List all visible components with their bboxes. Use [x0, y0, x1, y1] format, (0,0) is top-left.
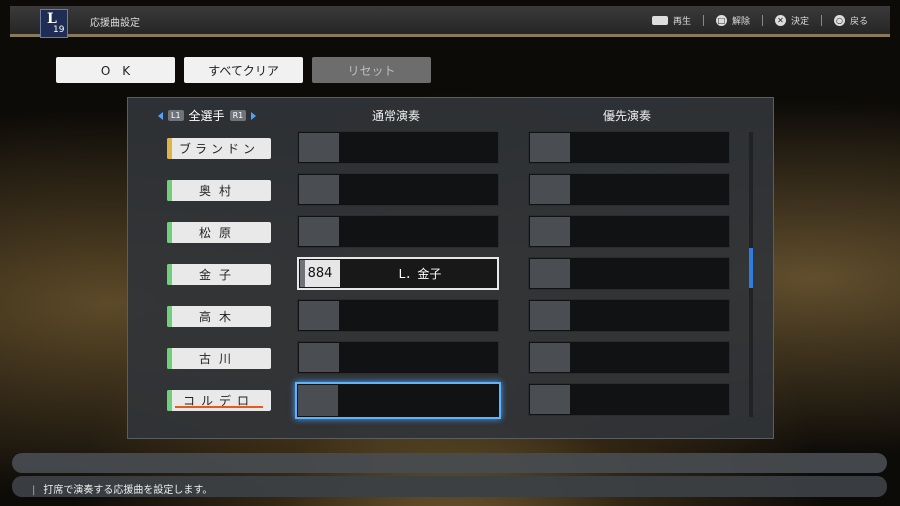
l1-tag: L1	[168, 110, 184, 121]
player-plate[interactable]: 金子	[167, 264, 271, 285]
player-plate[interactable]: コルデロ	[167, 390, 271, 411]
song-number	[299, 301, 339, 330]
top-bar: L 19 応援曲設定 再生 □ 解除 ✕ 決定 ○ 戻る	[10, 6, 890, 38]
song-number	[530, 343, 570, 372]
song-number	[298, 385, 338, 416]
info-bar	[12, 453, 887, 473]
player-name: ブランドン	[178, 142, 259, 156]
screen-title: 応援曲設定	[90, 18, 140, 29]
normal-song-slot[interactable]	[297, 215, 499, 248]
player-plate[interactable]: ブランドン	[167, 138, 271, 159]
hint-divider	[702, 15, 704, 26]
normal-column-header: 通常演奏	[372, 109, 421, 123]
priority-song-slot[interactable]	[528, 131, 730, 164]
hint-play-label: 再生	[672, 17, 691, 27]
priority-song-slot[interactable]	[528, 383, 730, 416]
normal-song-slot[interactable]	[297, 173, 499, 206]
hint-confirm-label: 決定	[790, 17, 809, 27]
hint-divider	[761, 15, 763, 26]
priority-song-slot[interactable]	[528, 215, 730, 248]
player-plate[interactable]: 古川	[167, 348, 271, 369]
hint-release[interactable]: □ 解除	[715, 14, 750, 27]
song-number	[530, 259, 570, 288]
ok-button[interactable]: O K	[56, 57, 175, 83]
normal-song-slot[interactable]	[297, 341, 499, 374]
priority-song-slot[interactable]	[528, 173, 730, 206]
filter-label: 全選手	[188, 109, 225, 123]
player-name: 松原	[198, 226, 239, 240]
song-number	[299, 343, 339, 372]
filter-switcher[interactable]: L1 全選手 R1	[158, 107, 257, 124]
priority-column-header: 優先演奏	[603, 109, 652, 123]
scrollbar-thumb[interactable]	[749, 248, 753, 288]
team-logo: L 19	[40, 9, 68, 38]
arrow-left-icon	[158, 111, 163, 120]
song-title: L．金子	[398, 267, 442, 281]
priority-song-slot[interactable]	[528, 341, 730, 374]
song-number: 884	[300, 260, 340, 287]
song-number	[530, 217, 570, 246]
cross-button-icon: ✕	[774, 15, 786, 26]
song-number	[299, 217, 339, 246]
song-number	[530, 133, 570, 162]
player-name: 金子	[198, 268, 239, 282]
button-hints: 再生 □ 解除 ✕ 決定 ○ 戻る	[651, 14, 868, 27]
song-number	[299, 175, 339, 204]
normal-song-slot[interactable]	[297, 299, 499, 332]
song-number	[530, 385, 570, 414]
priority-song-slot[interactable]	[528, 257, 730, 290]
selection-underline	[175, 406, 263, 408]
player-plate[interactable]: 高木	[167, 306, 271, 327]
reset-button[interactable]: リセット	[312, 57, 431, 83]
player-name: 奥村	[198, 184, 239, 198]
clear-all-button[interactable]: すべてクリア	[184, 57, 303, 83]
hint-divider	[820, 15, 822, 26]
player-plate[interactable]: 奥村	[167, 180, 271, 201]
hint-release-label: 解除	[731, 17, 750, 27]
hint-play[interactable]: 再生	[651, 14, 691, 27]
song-number	[530, 175, 570, 204]
arrow-right-icon	[251, 111, 257, 120]
player-plate[interactable]: 松原	[167, 222, 271, 243]
song-number	[530, 301, 570, 330]
circle-button-icon: ○	[833, 15, 845, 26]
hint-back[interactable]: ○ 戻る	[833, 14, 868, 27]
help-text: 打席で演奏する応援曲を設定します。	[32, 481, 212, 496]
hint-confirm[interactable]: ✕ 決定	[774, 14, 809, 27]
player-name: 高木	[198, 310, 239, 324]
touchpad-icon	[651, 16, 668, 25]
hint-back-label: 戻る	[849, 17, 868, 27]
square-button-icon: □	[715, 15, 727, 26]
normal-song-slot[interactable]: 884 L．金子	[297, 257, 499, 290]
song-number	[299, 133, 339, 162]
normal-song-slot-selected[interactable]	[295, 382, 501, 419]
normal-song-slot[interactable]	[297, 131, 499, 164]
r1-tag: R1	[229, 110, 247, 121]
priority-song-slot[interactable]	[528, 299, 730, 332]
player-name: 古川	[198, 352, 239, 366]
logo-number: 19	[53, 25, 65, 35]
